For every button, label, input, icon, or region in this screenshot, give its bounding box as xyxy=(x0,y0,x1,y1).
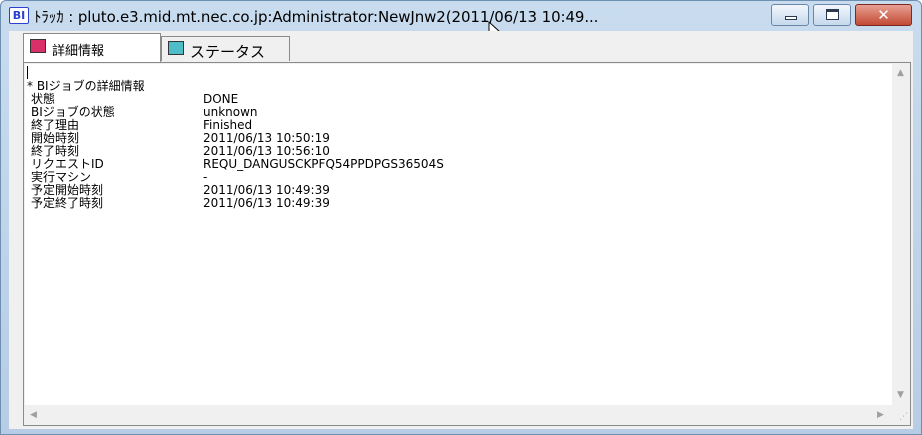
detail-value: 2011/06/13 10:49:39 xyxy=(203,196,330,210)
minimize-button[interactable] xyxy=(771,4,809,26)
window-title: ﾄﾗｯｶ : pluto.e3.mid.mt.nec.co.jp:Adminis… xyxy=(34,8,599,26)
close-button[interactable]: ✕ xyxy=(855,4,912,26)
notebook-pink-icon xyxy=(30,39,46,53)
scroll-down-icon[interactable]: ▼ xyxy=(897,390,904,400)
details-text-area[interactable]: * BIジョブの詳細情報 状態 DONE BIジョブの状態 unknown 終了… xyxy=(25,64,892,405)
details-panel: * BIジョブの詳細情報 状態 DONE BIジョブの状態 unknown 終了… xyxy=(23,62,911,426)
close-icon: ✕ xyxy=(877,6,890,24)
size-grip-icon[interactable]: ⋰ xyxy=(892,405,910,425)
maximize-button[interactable] xyxy=(813,4,851,26)
tab-details[interactable]: 詳細情報 xyxy=(23,33,161,63)
title-bar[interactable]: BI ﾄﾗｯｶ : pluto.e3.mid.mt.nec.co.jp:Admi… xyxy=(1,1,921,41)
client-area: 詳細情報 ステータス * BIジョブの詳細情報 状態 DONE BIジョブの状態 xyxy=(9,31,913,429)
detail-value: REQU_DANGUSCKPFQ54PPDPGS36504S xyxy=(203,157,444,171)
tracker-window: BI ﾄﾗｯｶ : pluto.e3.mid.mt.nec.co.jp:Admi… xyxy=(0,0,922,435)
minimize-icon xyxy=(785,16,797,20)
maximize-icon xyxy=(826,9,839,20)
tab-status-label: ステータス xyxy=(190,43,266,61)
detail-row-scheduled-end: 予定終了時刻 2011/06/13 10:49:39 xyxy=(27,196,330,210)
tab-strip: 詳細情報 ステータス xyxy=(9,31,913,63)
scroll-left-icon[interactable]: ◀ xyxy=(30,410,37,420)
tab-status[interactable]: ステータス xyxy=(161,36,290,61)
notebook-cyan-icon xyxy=(168,41,184,55)
details-content: * BIジョブの詳細情報 状態 DONE BIジョブの状態 unknown 終了… xyxy=(27,80,444,210)
app-icon: BI xyxy=(9,7,29,24)
text-caret xyxy=(27,66,28,79)
detail-label: 予定終了時刻 xyxy=(31,196,104,210)
vertical-scrollbar[interactable]: ▲ ▼ xyxy=(892,64,910,405)
scroll-right-icon[interactable]: ▶ xyxy=(877,410,884,420)
scroll-up-icon[interactable]: ▲ xyxy=(897,68,904,78)
horizontal-scrollbar[interactable]: ◀ ▶ xyxy=(25,405,892,425)
tab-details-label: 詳細情報 xyxy=(52,44,105,59)
